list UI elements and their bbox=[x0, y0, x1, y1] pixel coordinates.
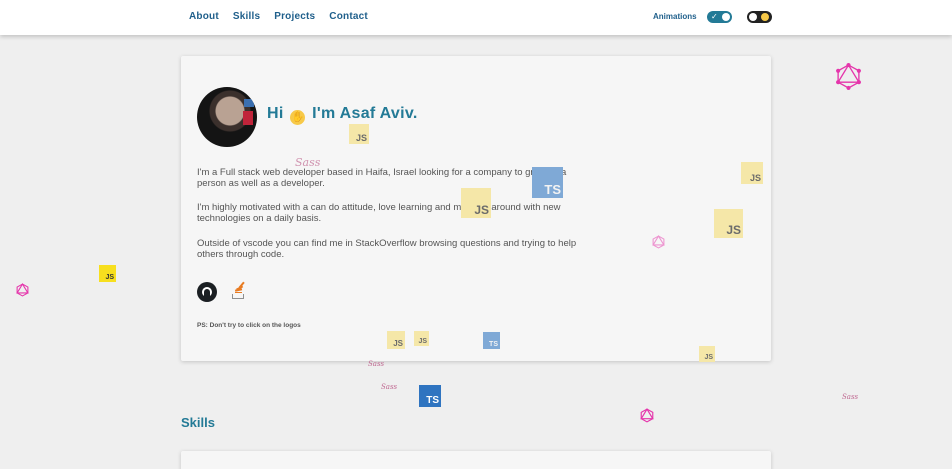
stackoverflow-paragraph: Outside of vscode you can find me in Sta… bbox=[197, 238, 577, 260]
js-logo: JS bbox=[414, 331, 429, 346]
check-icon: ✓ bbox=[711, 12, 718, 21]
js-logo: JS bbox=[699, 346, 715, 362]
js-logo: JS bbox=[99, 265, 116, 282]
js-logo: JS bbox=[741, 162, 763, 184]
animations-toggle[interactable]: ✓ bbox=[707, 11, 732, 23]
js-logo: JS bbox=[387, 331, 405, 349]
js-logo-label: JS bbox=[418, 338, 427, 345]
stackoverflow-tray bbox=[232, 294, 244, 299]
graphql-icon bbox=[640, 408, 654, 423]
nav-contact-link[interactable]: Contact bbox=[329, 11, 368, 22]
greeting-prefix: Hi bbox=[267, 105, 284, 122]
js-logo: JS bbox=[349, 124, 369, 144]
skills-heading: Skills bbox=[181, 415, 215, 430]
dark-mode-toggle[interactable] bbox=[747, 11, 772, 23]
top-navbar: About Skills Projects Contact Animations… bbox=[0, 0, 952, 35]
js-logo-label: JS bbox=[726, 223, 741, 237]
js-logo-label: JS bbox=[355, 133, 367, 143]
ts-logo-label: TS bbox=[489, 341, 498, 348]
animations-label: Animations bbox=[653, 12, 697, 21]
nav-skills-link[interactable]: Skills bbox=[233, 11, 260, 22]
js-logo: JS bbox=[461, 188, 491, 218]
ts-logo: TS bbox=[419, 385, 441, 407]
ts-logo: TS bbox=[532, 167, 563, 198]
sass-logo: Sass bbox=[381, 383, 398, 391]
js-logo: JS bbox=[714, 209, 743, 238]
js-logo-label: JS bbox=[704, 354, 713, 361]
graphql-icon bbox=[836, 63, 861, 90]
sun-icon bbox=[761, 13, 769, 21]
ts-logo-label: TS bbox=[426, 395, 439, 406]
greeting-name: I'm Asaf Aviv. bbox=[312, 105, 418, 122]
toggle-knob bbox=[749, 13, 757, 21]
sass-logo: Sass bbox=[295, 156, 321, 169]
avatar-background-sign bbox=[244, 99, 254, 107]
ts-logo: TS bbox=[483, 332, 500, 349]
stackoverflow-bar bbox=[235, 291, 242, 293]
sass-logo: Sass bbox=[842, 393, 859, 401]
avatar-background-light bbox=[243, 111, 253, 125]
graphql-icon bbox=[16, 283, 29, 297]
ts-logo-label: TS bbox=[544, 182, 561, 197]
nav-projects-link[interactable]: Projects bbox=[274, 11, 315, 22]
skills-card bbox=[181, 451, 771, 469]
github-icon[interactable] bbox=[197, 282, 217, 302]
ps-note: PS: Don't try to click on the logos bbox=[197, 322, 301, 329]
nav-about-link[interactable]: About bbox=[189, 11, 219, 22]
js-logo-label: JS bbox=[474, 203, 489, 217]
main-nav: About Skills Projects Contact bbox=[189, 11, 368, 22]
js-logo-label: JS bbox=[749, 173, 761, 183]
waving-hand-icon: ✋ bbox=[290, 110, 306, 125]
js-logo-label: JS bbox=[105, 274, 114, 281]
greeting-heading: Hi ✋ I'm Asaf Aviv. bbox=[267, 105, 418, 125]
stackoverflow-icon[interactable] bbox=[232, 281, 245, 299]
sass-logo: Sass bbox=[368, 360, 385, 368]
toggle-knob bbox=[722, 13, 730, 21]
motivation-paragraph: I'm highly motivated with a can do attit… bbox=[197, 202, 561, 224]
js-logo-label: JS bbox=[393, 339, 403, 348]
graphql-icon bbox=[652, 235, 665, 249]
avatar bbox=[197, 87, 257, 147]
